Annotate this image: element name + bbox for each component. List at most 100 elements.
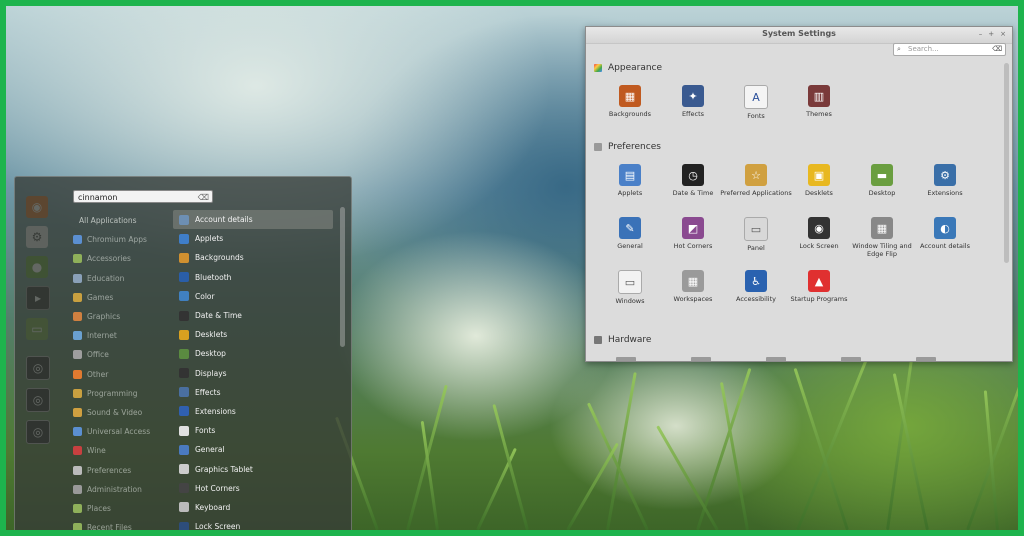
section-hardware-label: Hardware bbox=[608, 335, 652, 345]
category-all-applications[interactable]: All Applications bbox=[73, 211, 173, 230]
hardware-item-icon[interactable] bbox=[691, 357, 711, 361]
category-accessories[interactable]: Accessories bbox=[73, 249, 173, 268]
section-preferences-label: Preferences bbox=[608, 142, 661, 152]
programming-icon bbox=[73, 388, 82, 398]
sound-and-video-icon bbox=[73, 407, 82, 417]
category-label: Wine bbox=[87, 446, 106, 456]
backgrounds-icon: ▦ bbox=[619, 85, 641, 107]
category-places[interactable]: Places bbox=[73, 499, 173, 518]
app-label: Color bbox=[195, 291, 215, 301]
menu-scrollbar[interactable] bbox=[340, 207, 345, 347]
settings-item-extensions[interactable]: ⚙ Extensions bbox=[907, 164, 983, 197]
app-hot-corners[interactable]: Hot Corners bbox=[173, 479, 333, 498]
wine-icon bbox=[73, 446, 82, 456]
app-applets[interactable]: Applets bbox=[173, 229, 333, 248]
office-icon bbox=[73, 350, 82, 360]
app-label: Graphics Tablet bbox=[195, 464, 253, 474]
clear-search-icon[interactable]: ⌫ bbox=[992, 44, 1002, 55]
accessories-icon bbox=[73, 254, 82, 264]
app-fonts[interactable]: Fonts bbox=[173, 421, 333, 440]
app-color[interactable]: Color bbox=[173, 287, 333, 306]
app-label: Desklets bbox=[195, 330, 228, 340]
lock-screen-icon: ◉ bbox=[808, 217, 830, 239]
search-icon: ⌕ bbox=[897, 45, 901, 53]
app-label: Applets bbox=[195, 234, 224, 244]
appearance-icon bbox=[594, 64, 602, 72]
settings-item-label: Account details bbox=[920, 242, 970, 250]
app-label: Displays bbox=[195, 368, 227, 378]
app-graphics-tablet[interactable]: Graphics Tablet bbox=[173, 459, 333, 478]
category-preferences[interactable]: Preferences bbox=[73, 460, 173, 479]
app-extensions[interactable]: Extensions bbox=[173, 402, 333, 421]
desklets-icon: ▣ bbox=[808, 164, 830, 186]
section-appearance-label: Appearance bbox=[608, 63, 663, 73]
category-office[interactable]: Office bbox=[73, 345, 173, 364]
app-backgrounds[interactable]: Backgrounds bbox=[173, 248, 333, 267]
hardware-item-icon[interactable] bbox=[916, 357, 936, 361]
category-label: Recent Files bbox=[87, 523, 132, 533]
effects-icon: ✦ bbox=[682, 85, 704, 107]
applets-icon: ▤ bbox=[619, 164, 641, 186]
maximize-icon[interactable]: + bbox=[988, 30, 994, 38]
settings-item-account-details[interactable]: ◐ Account details bbox=[907, 217, 983, 250]
category-universal-access[interactable]: Universal Access bbox=[73, 422, 173, 441]
app-label: Backgrounds bbox=[195, 253, 244, 263]
app-label: Fonts bbox=[195, 426, 216, 436]
app-label: General bbox=[195, 445, 225, 455]
category-label: Accessories bbox=[87, 254, 131, 264]
minimize-icon[interactable]: – bbox=[979, 30, 983, 38]
hardware-item-icon[interactable] bbox=[841, 357, 861, 361]
app-general[interactable]: General bbox=[173, 440, 333, 459]
category-chromium-apps[interactable]: Chromium Apps bbox=[73, 230, 173, 249]
app-label: Lock Screen bbox=[195, 522, 241, 532]
app-desktop[interactable]: Desktop bbox=[173, 344, 333, 363]
category-programming[interactable]: Programming bbox=[73, 384, 173, 403]
hardware-item-icon[interactable] bbox=[766, 357, 786, 361]
application-list: Account details Applets Backgrounds Bluetoo… bbox=[173, 210, 333, 532]
close-icon[interactable]: × bbox=[1000, 30, 1006, 38]
accessibility-icon: ♿ bbox=[745, 270, 767, 292]
category-games[interactable]: Games bbox=[73, 288, 173, 307]
settings-search-input[interactable]: ⌕ Search... ⌫ bbox=[893, 43, 1006, 56]
preferred-applications-icon: ☆ bbox=[745, 164, 767, 186]
category-label: Chromium Apps bbox=[87, 235, 147, 245]
startup-programs-icon: ▲ bbox=[808, 270, 830, 292]
settings-item-startup-programs[interactable]: ▲ Startup Programs bbox=[781, 270, 857, 303]
clear-search-icon[interactable]: ⌫ bbox=[198, 191, 209, 204]
app-lock-screen[interactable]: Lock Screen bbox=[173, 517, 333, 532]
app-date-and-time[interactable]: Date & Time bbox=[173, 306, 333, 325]
app-desklets[interactable]: Desklets bbox=[173, 325, 333, 344]
menu-search-input[interactable]: cinnamon ⌫ bbox=[73, 190, 213, 203]
category-education[interactable]: Education bbox=[73, 269, 173, 288]
hardware-item-icon[interactable] bbox=[616, 357, 636, 361]
app-account-details[interactable]: Account details bbox=[173, 210, 333, 230]
category-internet[interactable]: Internet bbox=[73, 326, 173, 345]
keyboard-icon bbox=[179, 502, 189, 513]
app-displays[interactable]: Displays bbox=[173, 364, 333, 383]
window-tiling-and-edge-flip-icon: ▦ bbox=[871, 217, 893, 239]
section-preferences: Preferences bbox=[594, 142, 661, 152]
application-menu: cinnamon ⌫ All Applications Chromium Apps… bbox=[14, 176, 352, 533]
administration-icon bbox=[73, 484, 82, 494]
app-keyboard[interactable]: Keyboard bbox=[173, 498, 333, 517]
category-other[interactable]: Other bbox=[73, 365, 173, 384]
settings-item-themes[interactable]: ▥ Themes bbox=[781, 85, 857, 118]
workspaces-icon: ▦ bbox=[682, 270, 704, 292]
account-details-icon bbox=[179, 214, 189, 225]
category-administration[interactable]: Administration bbox=[73, 480, 173, 499]
category-label: Office bbox=[87, 350, 109, 360]
category-wine[interactable]: Wine bbox=[73, 441, 173, 460]
window-titlebar[interactable]: System Settings – + × bbox=[586, 27, 1012, 44]
color-icon bbox=[179, 291, 189, 302]
settings-scrollbar[interactable] bbox=[1004, 63, 1009, 263]
category-sound-and-video[interactable]: Sound & Video bbox=[73, 403, 173, 422]
app-label: Bluetooth bbox=[195, 272, 232, 282]
category-label: Other bbox=[87, 369, 109, 379]
screenshot-frame: ◉ ⚙ ● ▸ ▭ ◎ ◎ ◎ cinnamon ⌫ All Applicati… bbox=[0, 0, 1024, 536]
app-bluetooth[interactable]: Bluetooth bbox=[173, 268, 333, 287]
app-label: Date & Time bbox=[195, 311, 242, 321]
category-graphics[interactable]: Graphics bbox=[73, 307, 173, 326]
app-effects[interactable]: Effects bbox=[173, 383, 333, 402]
category-label: Education bbox=[87, 273, 125, 283]
category-recent-files[interactable]: Recent Files bbox=[73, 518, 173, 533]
